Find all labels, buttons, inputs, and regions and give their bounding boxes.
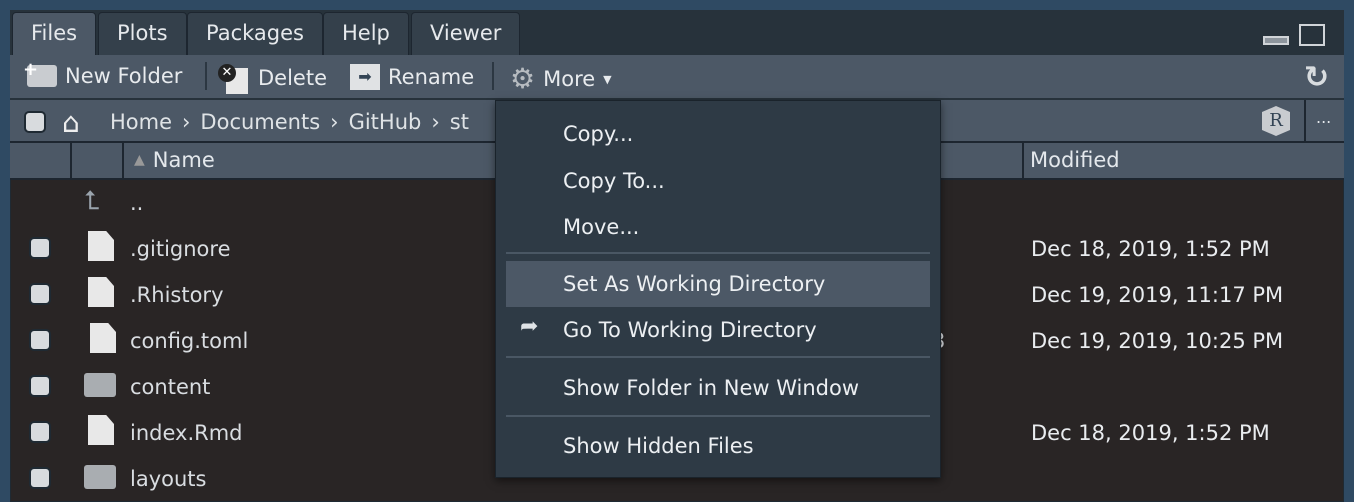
new-folder-button[interactable]: + New Folder <box>23 59 183 88</box>
breadcrumb-current[interactable]: st <box>450 110 469 134</box>
sort-asc-icon: ▲ <box>134 152 145 168</box>
file-name[interactable]: content <box>130 375 210 399</box>
new-folder-label: New Folder <box>65 64 183 88</box>
rename-icon: ➡ <box>350 64 380 90</box>
r-project-icon[interactable]: R <box>1262 106 1290 136</box>
header-name-label: Name <box>152 148 215 172</box>
file-name[interactable]: .Rhistory <box>130 283 224 307</box>
select-all-checkbox[interactable] <box>24 111 46 133</box>
tab-plots[interactable]: Plots <box>98 12 187 55</box>
delete-label: Delete <box>258 66 327 90</box>
more-button[interactable]: ⚙ More ▼ <box>510 65 612 93</box>
chevron-down-icon: ▼ <box>603 72 612 86</box>
menu-item-set-working-directory[interactable]: Set As Working Directory <box>563 272 825 296</box>
rename-label: Rename <box>388 65 475 89</box>
menu-item-show-folder-new-window[interactable]: Show Folder in New Window <box>563 376 859 400</box>
menu-separator <box>506 356 930 358</box>
file-modified: Dec 19, 2019, 10:25 PM <box>1031 329 1284 353</box>
row-checkbox[interactable] <box>29 283 51 305</box>
row-checkbox[interactable] <box>29 237 51 259</box>
menu-separator <box>506 252 930 254</box>
git-file-icon <box>88 231 114 261</box>
file-name[interactable]: index.Rmd <box>130 421 243 445</box>
header-icon-col <box>72 143 124 180</box>
parent-dir-icon: ⮤ <box>84 186 100 216</box>
folder-icon <box>84 465 116 489</box>
menu-item-move[interactable]: Move... <box>563 215 639 239</box>
divider <box>1304 100 1306 143</box>
tab-packages[interactable]: Packages <box>187 12 323 55</box>
divider <box>1022 143 1024 180</box>
menu-item-show-hidden-files[interactable]: Show Hidden Files <box>563 434 754 458</box>
refresh-icon[interactable]: ↻ <box>1304 60 1329 95</box>
header-name[interactable]: ▲ Name <box>134 148 215 172</box>
row-checkbox[interactable] <box>29 329 51 351</box>
row-checkbox[interactable] <box>29 467 51 489</box>
file-name[interactable]: .gitignore <box>130 237 231 261</box>
rmd-file-icon <box>88 415 114 445</box>
new-folder-icon: + <box>23 59 57 87</box>
breadcrumb-github[interactable]: GitHub <box>349 110 422 134</box>
more-label: More <box>543 67 596 91</box>
toolbar-divider <box>205 62 207 90</box>
breadcrumb: Home › Documents › GitHub › st <box>110 110 469 134</box>
tab-viewer[interactable]: Viewer <box>411 12 521 55</box>
toolbar <box>10 55 1344 100</box>
more-path-button[interactable]: ... <box>1316 108 1331 127</box>
history-file-icon <box>88 277 114 307</box>
file-name[interactable]: layouts <box>130 467 206 491</box>
header-checkbox-col <box>10 143 72 180</box>
file-modified: Dec 18, 2019, 1:52 PM <box>1031 421 1270 445</box>
menu-item-copy[interactable]: Copy... <box>563 122 633 146</box>
folder-icon <box>84 373 116 397</box>
home-icon[interactable]: ⌂ <box>62 106 80 139</box>
menu-item-go-working-directory[interactable]: Go To Working Directory <box>563 318 817 342</box>
menu-separator <box>506 415 930 417</box>
breadcrumb-documents[interactable]: Documents <box>200 110 320 134</box>
gear-icon: ⚙ <box>510 62 536 95</box>
toml-file-icon <box>90 323 116 353</box>
tab-files[interactable]: Files <box>12 12 97 56</box>
delete-button[interactable]: ✕ Delete <box>218 64 327 94</box>
file-modified: Dec 19, 2019, 11:17 PM <box>1031 283 1284 307</box>
file-name[interactable]: .. <box>130 191 143 215</box>
row-checkbox[interactable] <box>29 421 51 443</box>
menu-item-copy-to[interactable]: Copy To... <box>563 169 665 193</box>
rename-button[interactable]: ➡ Rename <box>350 64 474 90</box>
header-modified[interactable]: Modified <box>1030 148 1120 172</box>
maximize-icon[interactable] <box>1299 24 1325 46</box>
minimize-icon[interactable] <box>1263 36 1289 45</box>
breadcrumb-home[interactable]: Home <box>110 110 172 134</box>
more-dropdown-menu: Copy... Copy To... Move... Set As Workin… <box>495 100 941 478</box>
go-arrow-icon: ➦ <box>520 314 539 339</box>
file-modified: Dec 18, 2019, 1:52 PM <box>1031 237 1270 261</box>
file-name[interactable]: config.toml <box>130 329 248 353</box>
row-checkbox[interactable] <box>29 375 51 397</box>
delete-icon: ✕ <box>218 64 250 94</box>
tab-help[interactable]: Help <box>323 12 409 55</box>
toolbar-divider <box>492 62 494 90</box>
